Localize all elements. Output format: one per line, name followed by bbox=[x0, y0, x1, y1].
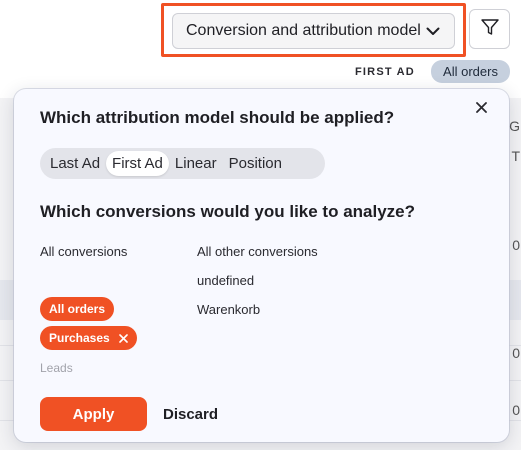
background-text: T bbox=[511, 148, 520, 164]
model-option-linear[interactable]: Linear bbox=[169, 151, 223, 176]
chevron-down-icon bbox=[426, 27, 440, 36]
active-conversion-tag[interactable]: All orders bbox=[431, 60, 510, 83]
chip-label: Purchases bbox=[49, 331, 110, 345]
close-icon bbox=[475, 100, 487, 118]
conversion-option-warenkorb[interactable]: Warenkorb bbox=[197, 302, 260, 317]
filter-button[interactable] bbox=[469, 9, 510, 49]
chip-label: All orders bbox=[49, 302, 106, 316]
selected-chip-all-orders[interactable]: All orders bbox=[40, 297, 115, 321]
discard-button[interactable]: Discard bbox=[163, 397, 218, 431]
model-option-position[interactable]: Position bbox=[223, 151, 288, 176]
background-text: G bbox=[509, 118, 520, 134]
conversion-option-all-conversions[interactable]: All conversions bbox=[40, 244, 127, 259]
close-popover-button[interactable] bbox=[473, 101, 489, 117]
conversion-model-dropdown[interactable]: Conversion and attribution model bbox=[172, 13, 455, 49]
conversion-option-all-other[interactable]: All other conversions bbox=[197, 244, 318, 259]
model-dropdown-highlight: Conversion and attribution model bbox=[161, 3, 466, 57]
attribution-heading: Which attribution model should be applie… bbox=[40, 108, 395, 127]
attribution-popover bbox=[14, 89, 509, 442]
conversion-option-leads: Leads bbox=[40, 361, 73, 375]
close-icon[interactable] bbox=[118, 333, 128, 343]
conversion-model-dropdown-label: Conversion and attribution model bbox=[186, 22, 421, 39]
model-option-last-ad[interactable]: Last Ad bbox=[44, 151, 106, 176]
filter-funnel-icon bbox=[480, 17, 500, 42]
conversion-option-undefined[interactable]: undefined bbox=[197, 273, 254, 288]
selected-chip-purchases[interactable]: Purchases bbox=[40, 326, 137, 350]
attribution-model-selector: Last Ad First Ad Linear Position bbox=[40, 148, 325, 179]
active-model-tag: FIRST AD bbox=[355, 66, 415, 78]
conversions-heading: Which conversions would you like to anal… bbox=[40, 202, 416, 221]
model-option-first-ad[interactable]: First Ad bbox=[106, 151, 169, 176]
background-text: 0 bbox=[512, 402, 520, 418]
apply-button[interactable]: Apply bbox=[40, 397, 147, 431]
background-text: 0 bbox=[512, 345, 520, 361]
background-text: 0 bbox=[512, 237, 520, 253]
